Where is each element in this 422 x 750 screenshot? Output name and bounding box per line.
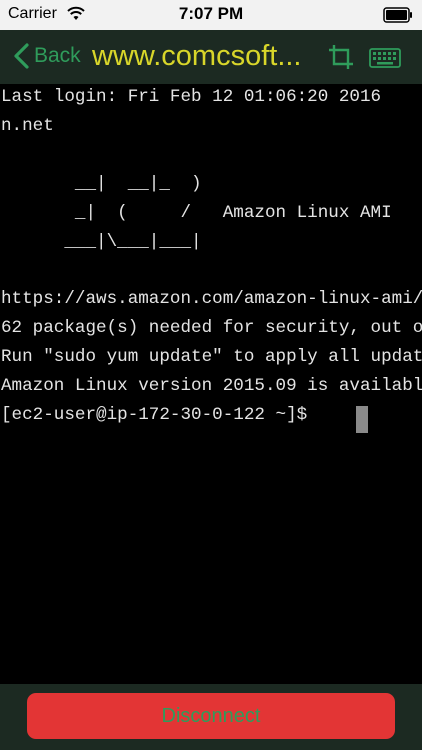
- terminal-output[interactable]: Last login: Fri Feb 12 01:06:20 2016 n.n…: [0, 84, 422, 684]
- page-title: www.comcsoft...: [92, 40, 302, 72]
- chevron-left-icon: [14, 43, 29, 69]
- navigation-bar: Back www.comcsoft...: [0, 30, 422, 84]
- disconnect-button[interactable]: Disconnect: [27, 693, 395, 739]
- terminal-line: _| ( / Amazon Linux AMI: [1, 203, 392, 223]
- terminal-line: Last login: Fri Feb 12 01:06:20 2016: [1, 87, 382, 107]
- back-label: Back: [34, 44, 81, 67]
- terminal-line: Run "sudo yum update" to apply all updat…: [1, 347, 422, 367]
- ssh-client-screen: Carrier 7:07 PM Back www.comcsoft... Las…: [0, 0, 422, 750]
- terminal-prompt: [ec2-user@ip-172-30-0-122 ~]$: [1, 405, 318, 425]
- terminal-line: https://aws.amazon.com/amazon-linux-ami/: [1, 289, 422, 309]
- status-bar: Carrier 7:07 PM: [0, 0, 422, 30]
- back-button[interactable]: Back: [12, 38, 81, 74]
- terminal-line: Amazon Linux version 2015.09 is availabl…: [1, 376, 422, 396]
- battery-icon: [383, 7, 412, 23]
- bottom-toolbar: Disconnect: [0, 684, 422, 750]
- status-time: 7:07 PM: [178, 4, 244, 23]
- terminal-line: 62 package(s) needed for security, out o…: [1, 318, 422, 338]
- keyboard-icon[interactable]: [368, 42, 402, 72]
- terminal-line: n.net: [1, 116, 54, 136]
- terminal-line: __| __|_ ): [1, 174, 202, 194]
- terminal-cursor: [356, 406, 368, 433]
- crop-icon[interactable]: [326, 42, 356, 72]
- terminal-line: ___|\___|___|: [1, 232, 202, 252]
